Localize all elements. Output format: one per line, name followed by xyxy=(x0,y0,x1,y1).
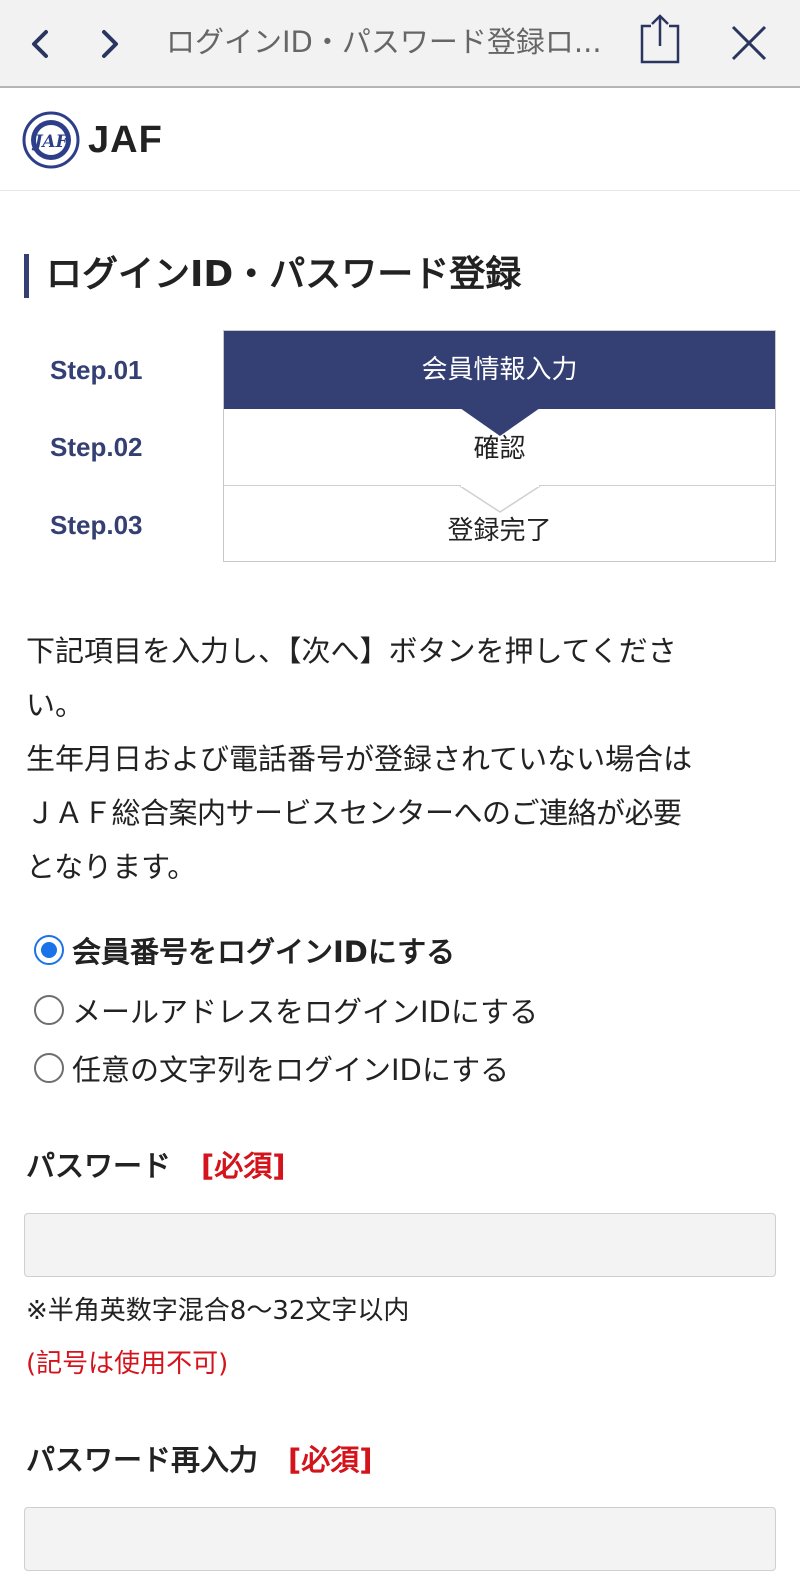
step-2: 確認 xyxy=(224,409,775,486)
required-badge: [必須] xyxy=(288,1443,373,1477)
instructions-text: 下記項目を入力し、【次へ】ボタンを押してくださ い。 生年月日および電話番号が登… xyxy=(26,624,784,894)
radio-label[interactable]: 会員番号をログインIDにする xyxy=(72,929,455,971)
password-input[interactable] xyxy=(24,1213,776,1277)
browser-toolbar: ログインID・パスワード登録ロ... xyxy=(0,0,800,88)
password-confirm-label: パスワード再入力 [必須] xyxy=(26,1438,373,1482)
browser-title: ログインID・パスワード登録ロ... xyxy=(166,25,602,59)
password-label: パスワード [必須] xyxy=(26,1144,286,1188)
radio-option-custom-string[interactable]: 任意の文字列をログインIDにする xyxy=(34,1046,509,1090)
radio-button[interactable] xyxy=(34,1053,64,1083)
page-title-accent xyxy=(24,254,29,298)
radio-option-member-number[interactable]: 会員番号をログインIDにする xyxy=(34,928,455,972)
step-1-current: 会員情報入力 xyxy=(224,331,775,409)
step-progress: 会員情報入力 確認 登録完了 xyxy=(223,330,776,562)
page-title: ログインID・パスワード登録 xyxy=(46,254,522,295)
svg-text:JAF: JAF xyxy=(31,132,69,152)
share-icon[interactable] xyxy=(636,12,684,68)
password-symbol-note: (記号は使用不可) xyxy=(26,1349,229,1379)
radio-button[interactable] xyxy=(34,995,64,1025)
chevron-right-icon[interactable] xyxy=(88,22,132,66)
password-rule-note: ※半角英数字混合8〜32文字以内 xyxy=(26,1296,410,1326)
logo-text[interactable]: JAF xyxy=(88,112,163,168)
instruction-line: ＪＡＦ総合案内サービスセンターへのご連絡が必要 xyxy=(26,796,682,830)
radio-label[interactable]: メールアドレスをログインIDにする xyxy=(72,989,538,1031)
instruction-line: い。 xyxy=(26,688,85,722)
step-label-3: Step.03 xyxy=(50,510,143,540)
password-confirm-input[interactable] xyxy=(24,1507,776,1571)
radio-option-email[interactable]: メールアドレスをログインIDにする xyxy=(34,988,538,1032)
step-label-2: Step.02 xyxy=(50,432,143,462)
password-confirm-label-text: パスワード再入力 xyxy=(26,1443,259,1477)
close-icon[interactable] xyxy=(726,20,772,66)
instruction-line: 下記項目を入力し、【次へ】ボタンを押してくださ xyxy=(26,634,677,668)
password-label-text: パスワード xyxy=(26,1149,172,1183)
jaf-logo-emblem[interactable]: JAF xyxy=(22,111,80,169)
chevron-left-icon[interactable] xyxy=(20,22,64,66)
radio-button-checked[interactable] xyxy=(34,935,64,965)
radio-label[interactable]: 任意の文字列をログインIDにする xyxy=(72,1047,509,1089)
required-badge: [必須] xyxy=(201,1149,286,1183)
step-label-1: Step.01 xyxy=(50,355,143,385)
instruction-line: 生年月日および電話番号が登録されていない場合は xyxy=(26,742,693,776)
step-3: 登録完了 xyxy=(447,516,552,546)
instruction-line: となります。 xyxy=(26,850,197,884)
